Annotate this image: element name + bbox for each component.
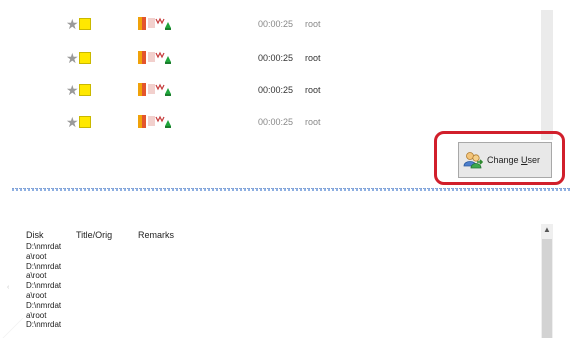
- yellow-square-icon: [79, 116, 91, 128]
- disk-path-line: D:\nmrdat: [26, 320, 62, 330]
- owner: root: [305, 53, 321, 63]
- column-header-disk[interactable]: Disk: [26, 229, 44, 241]
- scrollbar[interactable]: [541, 10, 553, 140]
- disk-path-line: D:\nmrdat: [26, 281, 62, 291]
- status-strip-icon: [138, 115, 171, 128]
- star-icon: ★: [66, 50, 79, 66]
- runtime: 00:00:25: [258, 53, 294, 63]
- column-header-title[interactable]: Title/Orig: [76, 229, 112, 241]
- disk-path-line: D:\nmrdat: [26, 242, 62, 251]
- disk-path-line: a\root: [26, 271, 47, 281]
- yellow-square-icon: [79, 18, 91, 30]
- background-watermark: [0, 318, 26, 338]
- change-user-label: Change User: [487, 155, 541, 165]
- star-icon: ★: [66, 82, 79, 98]
- left-caret-icon: ‹: [7, 284, 10, 291]
- disk-path-line: a\root: [26, 251, 47, 261]
- job-row[interactable]: ★ 00:00:25 root: [0, 114, 540, 130]
- users-icon: [463, 152, 483, 169]
- change-user-button[interactable]: Change User: [458, 142, 552, 178]
- runtime: 00:00:25: [258, 85, 294, 95]
- column-header-remarks[interactable]: Remarks: [138, 229, 174, 241]
- status-strip-icon: [138, 83, 171, 96]
- runtime: 00:00:25: [258, 19, 294, 29]
- disk-path-line: a\root: [26, 290, 47, 300]
- scroll-thumb[interactable]: [542, 239, 552, 338]
- yellow-square-icon: [79, 52, 91, 64]
- job-row[interactable]: ★ 00:00:25 root: [0, 16, 540, 32]
- job-row[interactable]: ★ 00:00:25 root: [0, 82, 540, 98]
- star-icon: ★: [66, 16, 79, 32]
- job-row[interactable]: ★ 00:00:25 root: [0, 50, 540, 66]
- status-strip-icon: [138, 17, 171, 30]
- star-icon: ★: [66, 114, 79, 130]
- yellow-square-icon: [79, 84, 91, 96]
- owner: root: [305, 85, 321, 95]
- disk-path-line: D:\nmrdat: [26, 261, 62, 271]
- scroll-up-icon[interactable]: ▲: [541, 224, 553, 236]
- disk-column: D:\nmrdat a\root D:\nmrdat a\root D:\nmr…: [26, 242, 66, 330]
- grid-header: Disk Title/Orig Remarks: [0, 229, 540, 241]
- runtime: 00:00:25: [258, 117, 294, 127]
- panel-splitter[interactable]: [12, 188, 571, 191]
- disk-path-line: a\root: [26, 310, 47, 320]
- owner: root: [305, 19, 321, 29]
- disk-path-line: D:\nmrdat: [26, 300, 62, 310]
- status-strip-icon: [138, 51, 171, 64]
- owner: root: [305, 117, 321, 127]
